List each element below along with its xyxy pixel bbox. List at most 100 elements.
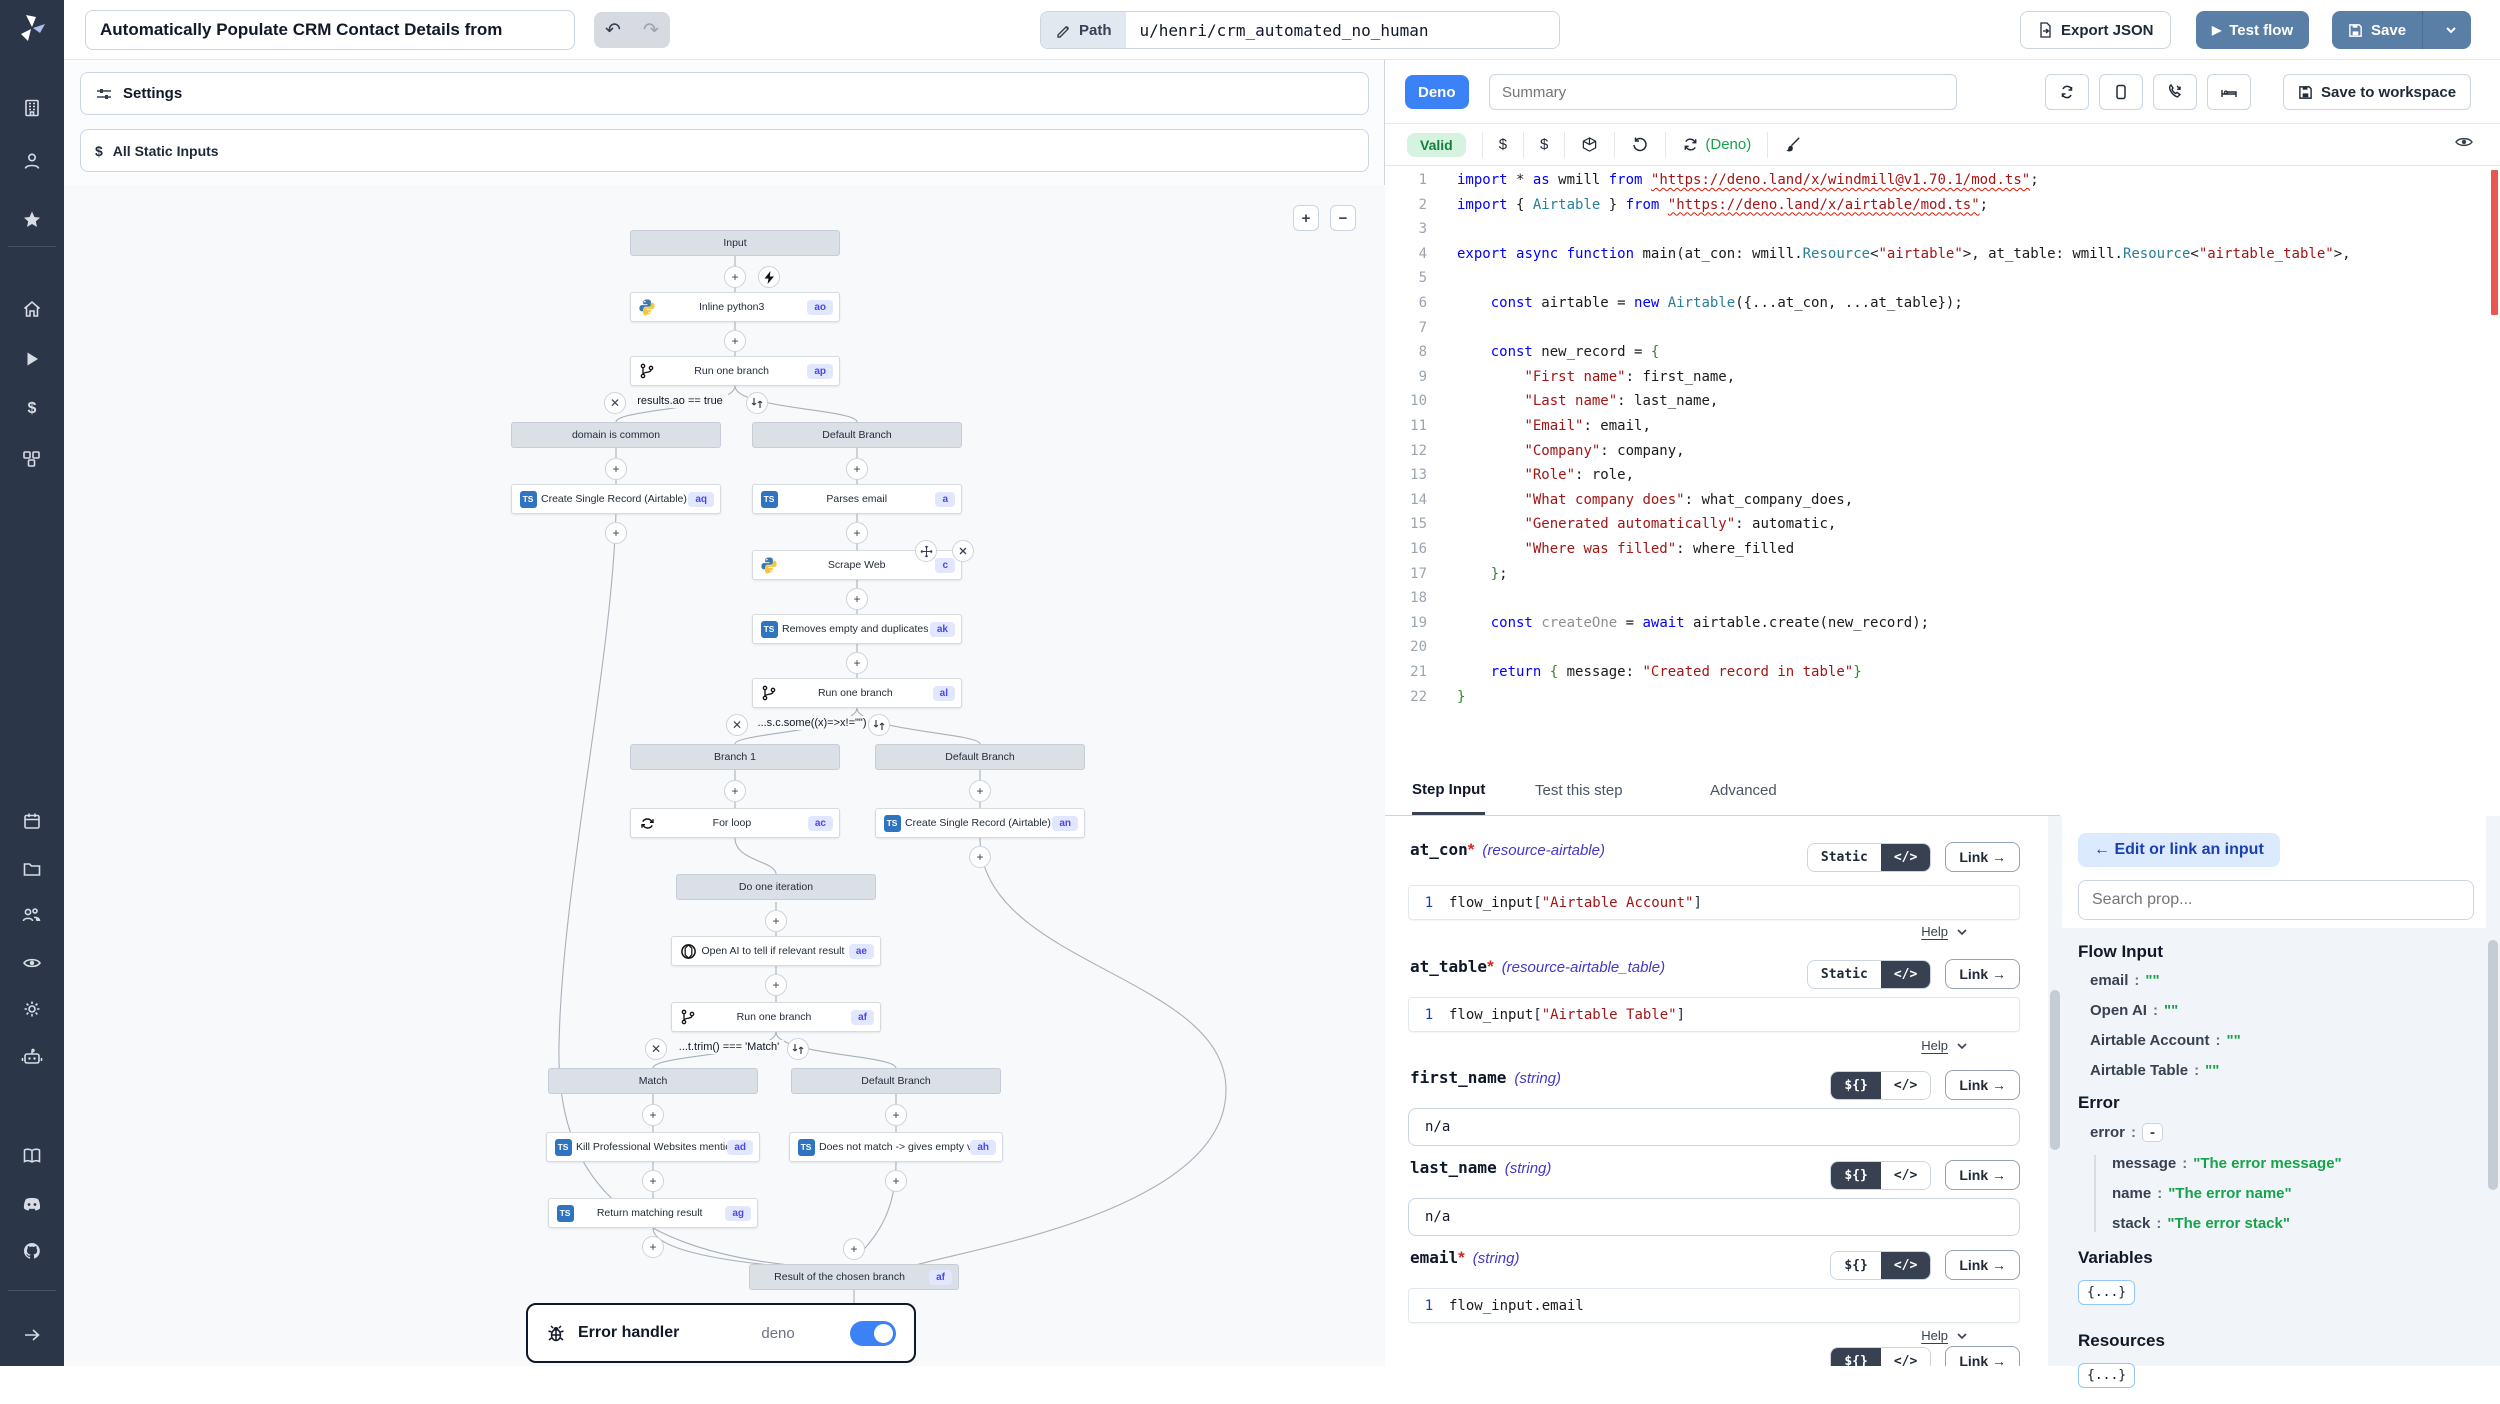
error-handler-toggle[interactable] bbox=[850, 1321, 896, 1346]
save-button[interactable]: Save bbox=[2332, 11, 2423, 49]
move-node-icon[interactable] bbox=[915, 540, 937, 562]
add-step-icon[interactable]: + bbox=[724, 780, 746, 802]
add-step-icon[interactable]: + bbox=[846, 652, 868, 674]
sidebar-expand-arrow-icon[interactable] bbox=[0, 1318, 64, 1352]
branch-toggle-icon[interactable] bbox=[868, 714, 890, 736]
edit-or-link-button[interactable]: ← Edit or link an input bbox=[2078, 833, 2280, 867]
package-button[interactable] bbox=[1581, 136, 1598, 153]
link-button[interactable]: Link → bbox=[1945, 1070, 2020, 1100]
code-line[interactable]: 8 const new_record = { bbox=[1385, 344, 2500, 368]
add-step-icon[interactable]: + bbox=[969, 780, 991, 802]
input-mode-static[interactable]: ${} bbox=[1831, 1348, 1880, 1367]
redo-icon[interactable]: ↷ bbox=[632, 19, 670, 42]
code-line[interactable]: 4export async function main(at_con: wmil… bbox=[1385, 246, 2500, 270]
help-link[interactable]: Help bbox=[1921, 924, 1968, 939]
tab-test-this-step[interactable]: Test this step bbox=[1535, 766, 1623, 815]
add-step-icon[interactable]: + bbox=[642, 1236, 664, 1258]
add-step-icon[interactable]: + bbox=[843, 1238, 865, 1260]
code-line[interactable]: 3 bbox=[1385, 221, 2500, 245]
flow-node[interactable]: Inline python3ao bbox=[630, 292, 840, 322]
prop-row[interactable]: Airtable Table:"" bbox=[2090, 1062, 2486, 1079]
add-step-icon[interactable]: + bbox=[969, 846, 991, 868]
bed-button[interactable] bbox=[2207, 74, 2251, 110]
code-line[interactable]: 10 "Last name": last_name, bbox=[1385, 393, 2500, 417]
prop-row[interactable]: error:- bbox=[2090, 1123, 2486, 1142]
field-value-input[interactable]: n/a bbox=[1408, 1198, 2020, 1236]
phone-button[interactable] bbox=[2153, 74, 2197, 110]
code-line[interactable]: 5 bbox=[1385, 270, 2500, 294]
flow-node[interactable]: Match bbox=[548, 1068, 758, 1094]
branch-toggle-icon[interactable] bbox=[787, 1038, 809, 1060]
zoom-out-button[interactable]: − bbox=[1330, 205, 1356, 231]
path-field[interactable]: Path u/henri/crm_automated_no_human bbox=[1040, 11, 1560, 49]
sidebar-building-icon[interactable] bbox=[0, 91, 64, 125]
path-value[interactable]: u/henri/crm_automated_no_human bbox=[1126, 12, 1559, 48]
mobile-view-button[interactable] bbox=[2099, 74, 2143, 110]
add-step-icon[interactable]: + bbox=[642, 1170, 664, 1192]
input-mode-static[interactable]: Static bbox=[1808, 844, 1881, 871]
flow-node[interactable]: Branch 1 bbox=[630, 744, 840, 770]
link-button[interactable]: Link → bbox=[1945, 959, 2020, 989]
add-step-icon[interactable]: + bbox=[765, 910, 787, 932]
add-step-icon[interactable]: + bbox=[846, 458, 868, 480]
flow-node[interactable]: TSParses emaila bbox=[752, 484, 962, 514]
trigger-bolt-icon[interactable] bbox=[758, 266, 780, 288]
tab-advanced[interactable]: Advanced bbox=[1710, 766, 1777, 815]
add-step-icon[interactable]: + bbox=[846, 522, 868, 544]
prop-search-input[interactable] bbox=[2078, 880, 2474, 920]
prop-row[interactable]: Airtable Account:"" bbox=[2090, 1032, 2486, 1049]
flow-node[interactable]: TSCreate Single Record (Airtable)aq bbox=[511, 484, 721, 514]
flow-node[interactable]: TSCreate Single Record (Airtable)an bbox=[875, 808, 1085, 838]
help-link[interactable]: Help bbox=[1921, 1328, 1968, 1343]
help-link[interactable]: Help bbox=[1921, 1038, 1968, 1053]
hide-editor-button[interactable] bbox=[2454, 132, 2474, 157]
field-code-editor[interactable]: 1flow_input.email bbox=[1408, 1288, 2020, 1323]
delete-node-icon[interactable] bbox=[952, 540, 974, 562]
variables-expand-button[interactable]: {...} bbox=[2078, 1280, 2135, 1305]
code-line[interactable]: 17 }; bbox=[1385, 566, 2500, 590]
inspector-scrollbar-thumb[interactable] bbox=[2488, 940, 2498, 1190]
sidebar-play-icon[interactable] bbox=[0, 342, 64, 376]
link-button[interactable]: Link → bbox=[1945, 1250, 2020, 1280]
language-badge[interactable]: Deno bbox=[1405, 75, 1469, 109]
field-value-input[interactable]: n/a bbox=[1408, 1108, 2020, 1146]
sidebar-dollar-icon[interactable]: $ bbox=[0, 391, 64, 425]
input-mode-code[interactable]: </> bbox=[1881, 1072, 1930, 1099]
fields-scrollbar-thumb[interactable] bbox=[2050, 990, 2060, 1150]
add-step-icon[interactable]: + bbox=[642, 1104, 664, 1126]
input-mode-code[interactable]: </> bbox=[1881, 1162, 1930, 1189]
code-line[interactable]: 20 bbox=[1385, 639, 2500, 663]
flow-node[interactable]: TSRemoves empty and duplicatesak bbox=[752, 614, 962, 644]
prop-row[interactable]: Open AI:"" bbox=[2090, 1002, 2486, 1019]
add-step-icon[interactable]: + bbox=[724, 330, 746, 352]
prop-row[interactable]: name:"The error name" bbox=[2112, 1185, 2486, 1202]
flow-title-input[interactable] bbox=[85, 10, 575, 50]
input-mode-code[interactable]: </> bbox=[1881, 961, 1930, 988]
flow-node[interactable]: Run one branchal bbox=[752, 678, 962, 708]
error-handler-bar[interactable]: Error handler deno bbox=[526, 1303, 916, 1363]
input-mode-code[interactable]: </> bbox=[1881, 1252, 1930, 1279]
sidebar-eye-icon[interactable] bbox=[0, 946, 64, 980]
sidebar-discord-icon[interactable] bbox=[0, 1187, 64, 1221]
code-line[interactable]: 19 const createOne = await airtable.crea… bbox=[1385, 615, 2500, 639]
sidebar-calendar-icon[interactable] bbox=[0, 804, 64, 838]
add-step-icon[interactable]: + bbox=[885, 1104, 907, 1126]
collapse-button[interactable]: - bbox=[2142, 1123, 2163, 1142]
add-step-icon[interactable]: + bbox=[765, 974, 787, 996]
flow-node[interactable]: For loopac bbox=[630, 808, 840, 838]
input-mode-static[interactable]: ${} bbox=[1831, 1252, 1880, 1279]
sidebar-github-icon[interactable] bbox=[0, 1234, 64, 1268]
code-line[interactable]: 22} bbox=[1385, 689, 2500, 713]
format-button[interactable] bbox=[1784, 136, 1801, 153]
flow-node[interactable]: TSReturn matching resultag bbox=[548, 1198, 758, 1228]
variables-button[interactable]: $ bbox=[1540, 136, 1548, 153]
code-line[interactable]: 7 bbox=[1385, 320, 2500, 344]
test-flow-button[interactable]: ▶ Test flow bbox=[2196, 11, 2309, 49]
input-mode-static[interactable]: Static bbox=[1808, 961, 1881, 988]
code-line[interactable]: 2import { Airtable } from "https://deno.… bbox=[1385, 197, 2500, 221]
windmill-logo[interactable] bbox=[12, 8, 52, 53]
flow-node[interactable]: Open AI to tell if relevant resultae bbox=[671, 936, 881, 966]
code-line[interactable]: 15 "Generated automatically": automatic, bbox=[1385, 516, 2500, 540]
input-mode-code[interactable]: </> bbox=[1881, 844, 1930, 871]
code-editor[interactable]: 1import * as wmill from "https://deno.la… bbox=[1385, 166, 2500, 820]
